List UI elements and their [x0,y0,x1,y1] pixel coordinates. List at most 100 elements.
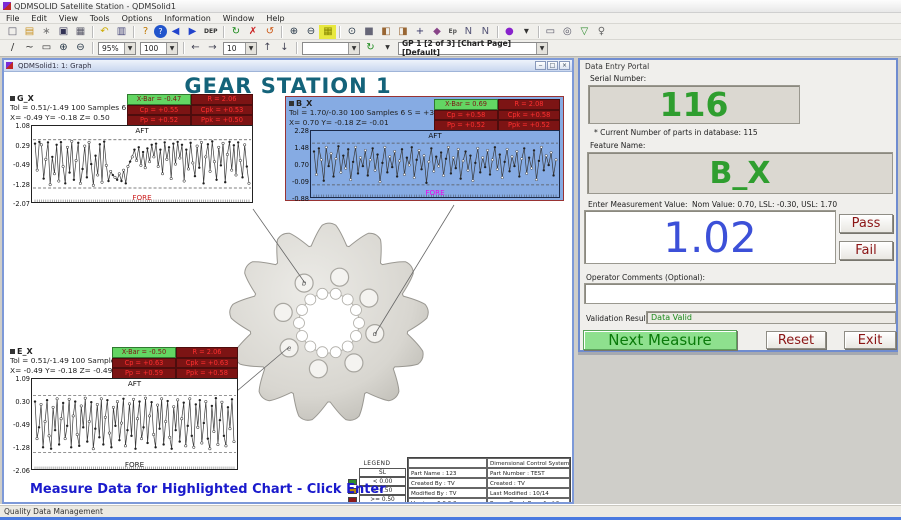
chevron-down-icon[interactable]: ▼ [536,43,547,54]
reset-button[interactable]: Reset [766,331,826,349]
n2-label-icon[interactable]: N [477,25,494,39]
pin-icon[interactable]: ♀ [593,25,610,39]
next-measure-button[interactable]: Next Measure [583,330,737,350]
zoom-in-icon[interactable]: ⊕ [285,25,302,39]
save-icon[interactable]: ▣ [55,25,72,39]
separator [281,26,282,38]
forward-icon[interactable]: ▶ [184,25,201,39]
zoom-level-combo[interactable]: 95%▼ [98,42,136,55]
print-icon[interactable]: ▦ [72,25,89,39]
menu-options[interactable]: Options [116,14,159,23]
chevron-down-icon[interactable]: ▼ [379,41,396,55]
up-arrow-icon[interactable]: ↑ [259,41,276,55]
refresh-orange-icon[interactable]: ↺ [261,25,278,39]
refresh-green-icon[interactable]: ↻ [227,25,244,39]
chevron-down-icon[interactable]: ▼ [124,43,135,54]
cancel-red-icon[interactable]: ✗ [244,25,261,39]
measurement-label: Enter Measurement Value: [588,200,688,209]
stat-x-bar: X-Bar = 0.69 [434,99,498,110]
screen-icon[interactable]: ■ [360,25,377,39]
window-view-icon[interactable]: ▭ [542,25,559,39]
menu-file[interactable]: File [0,14,25,23]
menu-view[interactable]: View [53,14,84,23]
menu-information[interactable]: Information [158,14,216,23]
grip-icon [10,96,15,101]
comments-label: Operator Comments (Optional): [586,273,705,282]
graph-window-title-bar[interactable]: QDMSolid1: 1: Graph ‒ □ × [4,60,572,72]
step-combo[interactable]: 10▼ [223,42,257,55]
mdi-area: QDMSolid1: 1: Graph ‒ □ × GEAR STATION 1… [0,57,901,504]
tools-wand-icon[interactable]: ∗ [38,25,55,39]
move-icon[interactable]: ◆ [428,25,445,39]
menu-edit[interactable]: Edit [25,14,53,23]
paste-view-icon[interactable]: ◨ [394,25,411,39]
y-tick: -0.88 [292,195,309,203]
zoom-out-icon[interactable]: ⊖ [302,25,319,39]
zoom-out-2-icon[interactable]: ⊖ [72,41,89,55]
comments-input[interactable] [584,283,896,304]
dep-icon[interactable]: DEP [201,25,220,39]
next-arrow-icon[interactable]: → [204,41,221,55]
stat-r: R = 2.06 [176,347,238,358]
fp-label-icon[interactable]: Ep [445,25,459,39]
close-button[interactable]: × [559,61,570,70]
pass-button[interactable]: Pass [839,214,893,233]
n1-label-icon[interactable]: N [460,25,477,39]
stat-x-bar: X-Bar = -0.50 [112,347,176,358]
chart-ex[interactable]: E_X Tol = 0.51/-1.49 100 Samples 6 S = +… [10,347,238,470]
find-icon[interactable]: ⊙ [343,25,360,39]
blob-caret-icon[interactable]: ▾ [518,25,535,39]
color-blob-icon[interactable]: ● [501,25,518,39]
scale-combo[interactable]: 100▼ [140,42,178,55]
menu-window[interactable]: Window [217,14,261,23]
copy-view-icon[interactable]: ◧ [377,25,394,39]
undo-icon[interactable]: ↶ [96,25,113,39]
y-tick: 0.70 [294,161,309,169]
exit-button[interactable]: Exit [844,331,896,349]
rect-tool-icon[interactable]: ▭ [38,41,55,55]
feature-name-display[interactable]: B_X [587,152,893,194]
center-icon[interactable]: + [411,25,428,39]
refresh-mini-icon[interactable]: ↻ [362,41,379,55]
stat-pp: Pp = +0.52 [434,120,498,131]
line-tool-icon[interactable]: / [4,41,21,55]
zoom-in-2-icon[interactable]: ⊕ [55,41,72,55]
help-icon[interactable]: ? [137,25,154,39]
run-chart: 2.281.480.70-0.09-0.88 AFT FORE [310,130,560,198]
copy-page-icon[interactable]: ▥ [113,25,130,39]
y-tick: -2.06 [13,467,30,475]
measurement-input[interactable]: 1.02 [584,210,836,264]
restore-button[interactable]: □ [547,61,558,70]
serial-number-value: 116 [660,85,729,124]
zoom-fit-icon[interactable]: ▦ [319,25,336,39]
grip-icon [289,101,294,106]
graph-page-combo[interactable]: GP 1 [2 of 3] [Chart Page] [Default]▼ [398,42,548,55]
chevron-down-icon[interactable]: ▼ [245,43,256,54]
separator [223,26,224,38]
serial-number-display[interactable]: 116 [588,85,800,124]
binoculars-icon[interactable]: ◎ [559,25,576,39]
minimize-button[interactable]: ‒ [535,61,546,70]
stat-boxes: X-Bar = -0.47R = 2.06Cp = +0.55Cpk = +0.… [127,94,253,126]
about-icon[interactable]: ? [154,25,167,38]
chart-bx-highlighted[interactable]: B_X Tol = 1.70/-0.30 100 Samples 6 S = +… [285,96,564,201]
menu-help[interactable]: Help [260,14,290,23]
y-tick: -0.09 [292,178,309,186]
serial-number-label: Serial Number: [590,74,646,83]
open-folder-icon[interactable]: ▤ [21,25,38,39]
chevron-down-icon[interactable]: ▼ [166,43,177,54]
measurement-value: 1.02 [663,213,757,262]
y-tick: -0.49 [13,161,30,169]
filter-icon[interactable]: ▽ [576,25,593,39]
fail-button[interactable]: Fail [839,241,893,260]
new-file-icon[interactable]: □ [4,25,21,39]
curve-tool-icon[interactable]: ~ [21,41,38,55]
back-icon[interactable]: ◀ [167,25,184,39]
down-arrow-icon[interactable]: ↓ [276,41,293,55]
fore-label: FORE [32,460,237,469]
menu-tools[interactable]: Tools [84,14,116,23]
prev-arrow-icon[interactable]: ← [187,41,204,55]
chevron-down-icon[interactable]: ▼ [348,43,359,54]
chart-gx[interactable]: G_X Tol = 0.51/-1.49 100 Samples 6 S = +… [10,94,253,203]
empty-combo[interactable]: ▼ [302,42,360,55]
